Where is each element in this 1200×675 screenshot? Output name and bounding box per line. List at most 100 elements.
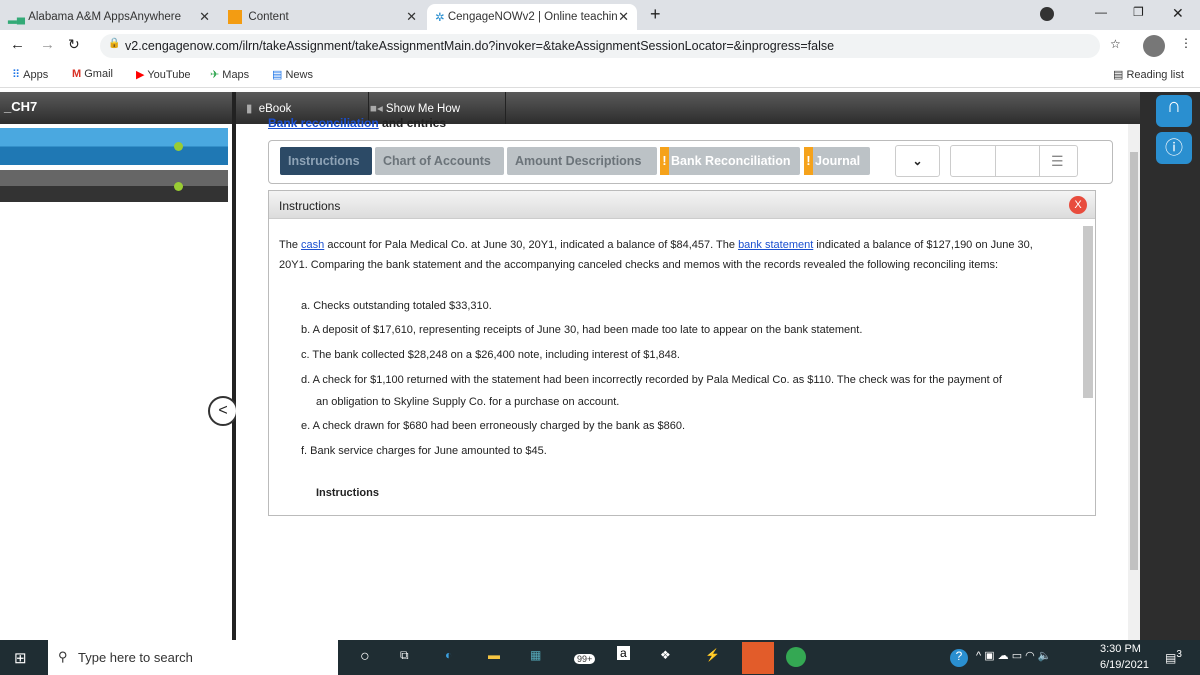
tab-cengage[interactable]: ✲ CengageNOWv2 | Online teachin ✕ <box>427 4 637 30</box>
chrome-icon[interactable] <box>786 647 806 667</box>
close-tab-icon[interactable]: ✕ <box>618 9 629 25</box>
new-tab-button[interactable]: + <box>650 4 661 25</box>
search-icon: ⚲ <box>58 649 68 664</box>
reading-list-button[interactable]: ▤ Reading list <box>1113 68 1184 81</box>
mail-badge[interactable]: 99+ <box>574 654 596 664</box>
bookmark-youtube[interactable]: ▶ YouTube <box>136 68 191 81</box>
sidebar-item-2[interactable] <box>0 170 228 202</box>
reload-icon[interactable]: ↻ <box>68 36 80 53</box>
list-item: a. Checks outstanding totaled $33,310. <box>301 300 492 312</box>
bank-reconciliation-link[interactable]: Bank reconciliation <box>268 116 379 130</box>
cortana-icon[interactable]: ○ <box>360 648 370 666</box>
bookmark-maps[interactable]: ✈ Maps <box>210 68 249 81</box>
minimize-button[interactable]: — <box>1095 5 1107 19</box>
bookmark-star-icon[interactable]: ☆ <box>1110 37 1121 51</box>
task-view-icon[interactable]: ⧉ <box>400 648 409 663</box>
tab-chart-of-accounts[interactable]: Chart of Accounts <box>375 147 504 175</box>
app-header: _CH7 ▮ eBook ■◂ Show Me How <box>0 92 1140 124</box>
back-icon[interactable]: ← <box>10 36 25 53</box>
text: account for Pala Medical Co. at June 30,… <box>324 239 739 251</box>
browser-tab-bar: ▂▄ Alabama A&M AppsAnywhere ✕ Content ✕ ✲ … <box>0 0 1200 30</box>
bookmark-label: YouTube <box>147 69 191 81</box>
close-tab-icon[interactable]: ✕ <box>199 9 210 25</box>
list-item: an obligation to Skyline Supply Co. for … <box>316 396 620 408</box>
file-explorer-icon[interactable]: ▬ <box>488 648 500 662</box>
tab-label: Alabama A&M AppsAnywhere <box>28 11 181 23</box>
close-panel-icon[interactable]: X <box>1069 196 1087 214</box>
tab-label: Amount Descriptions <box>515 154 642 168</box>
content-favicon-icon <box>228 10 242 24</box>
restore-button[interactable]: ❐ <box>1133 5 1144 19</box>
bookmark-label: Gmail <box>84 68 113 80</box>
windows-taskbar: ⊞ ⚲ Type here to search ○ ⧉ ◐ ▬ ▦ 99+ a ❖… <box>0 640 1200 675</box>
dropbox-icon[interactable]: ❖ <box>660 648 671 662</box>
panel-scrollbar[interactable] <box>1083 226 1093 398</box>
address-bar-row: ← → ↻ 🔒 v2.cengagenow.com/ilrn/takeAssign… <box>0 30 1200 62</box>
toolbar-buttons: ☰ <box>950 145 1078 177</box>
heading-text: and entries <box>378 116 447 130</box>
check-icon <box>174 142 183 151</box>
close-tab-icon[interactable]: ✕ <box>406 9 417 25</box>
bookmark-apps[interactable]: ⠿ Apps <box>12 68 48 81</box>
tab-amount-descriptions[interactable]: Amount Descriptions <box>507 147 657 175</box>
check-icon <box>174 182 183 191</box>
list-item: b. A deposit of $17,610, representing re… <box>301 324 863 336</box>
headset-support-icon[interactable]: ∩ <box>1156 95 1192 127</box>
help-tray-icon[interactable]: ? <box>950 649 968 667</box>
windows-start-icon[interactable]: ⊞ <box>14 649 27 667</box>
list-item: c. The bank collected $28,248 on a $26,4… <box>301 349 680 361</box>
app-icon[interactable]: ⚡ <box>705 648 720 662</box>
profile-menu-icon[interactable] <box>1040 7 1054 21</box>
bank-statement-link[interactable]: bank statement <box>738 239 813 251</box>
tab-content[interactable]: Content ✕ <box>220 4 425 30</box>
clock-time[interactable]: 3:30 PM <box>1100 643 1141 655</box>
tab-label: Instructions <box>288 154 360 168</box>
warning-icon: ! <box>804 147 813 175</box>
list-item: e. A check drawn for $680 had been erron… <box>301 420 686 432</box>
right-toolbar: ∩ ⓘ <box>1140 92 1200 640</box>
ebook-label: eBook <box>258 103 292 115</box>
tab-label: CengageNOWv2 | Online teachin <box>447 11 618 23</box>
tab-appsanywhere[interactable]: ▂▄ Alabama A&M AppsAnywhere ✕ <box>0 4 218 30</box>
avatar[interactable] <box>1143 35 1165 57</box>
menu-icon[interactable]: ⋮ <box>1180 36 1192 50</box>
instructions-footer: Instructions <box>316 487 379 499</box>
tab-bank-reconciliation[interactable]: ! Bank Reconciliation <box>660 147 800 175</box>
store-icon[interactable]: ▦ <box>530 648 541 662</box>
tab-journal[interactable]: ! Journal <box>804 147 870 175</box>
page-scrollbar[interactable] <box>1128 124 1140 640</box>
list-item: f. Bank service charges for June amounte… <box>301 445 547 457</box>
text: indicated a balance of $127,190 on June … <box>813 239 1033 251</box>
url-input[interactable]: 🔒 v2.cengagenow.com/ilrn/takeAssignment/t… <box>100 34 1100 58</box>
office-icon[interactable] <box>742 642 774 674</box>
warning-icon: ! <box>660 147 669 175</box>
edge-icon[interactable]: ◐ <box>445 648 452 662</box>
tab-label: Journal <box>815 154 861 168</box>
menu-lines-icon[interactable]: ☰ <box>1051 153 1064 170</box>
amazon-icon[interactable]: a <box>617 646 630 660</box>
notification-icon[interactable]: ▤3 <box>1165 649 1182 665</box>
help-icon[interactable]: ⓘ <box>1156 132 1192 164</box>
question-sidebar <box>0 124 232 640</box>
assignment-title: _CH7 <box>4 99 38 114</box>
bookmark-label: Maps <box>222 69 250 81</box>
panel-header: Instructions X <box>269 191 1095 219</box>
cengage-favicon-icon: ✲ <box>435 12 445 24</box>
collapse-sidebar-icon[interactable]: < <box>208 396 238 426</box>
bookmark-gmail[interactable]: M Gmail <box>72 68 113 80</box>
chevron-down-icon[interactable]: ⌄ <box>895 145 940 177</box>
clock-date[interactable]: 6/19/2021 <box>1100 659 1149 671</box>
cash-link[interactable]: cash <box>301 239 324 251</box>
bookmark-news[interactable]: ▤ News <box>272 68 313 81</box>
panel-title: Instructions <box>279 199 341 213</box>
url-text: v2.cengagenow.com/ilrn/takeAssignment/ta… <box>125 39 835 53</box>
taskbar-search-input[interactable]: ⚲ Type here to search <box>48 640 338 675</box>
forward-icon[interactable]: → <box>40 36 55 53</box>
lock-icon: 🔒 <box>108 38 121 49</box>
tab-instructions[interactable]: Instructions <box>280 147 372 175</box>
search-placeholder: Type here to search <box>78 650 193 665</box>
sidebar-item-1[interactable] <box>0 128 228 165</box>
close-window-button[interactable]: ✕ <box>1172 5 1184 22</box>
tray-icons[interactable]: ^ ▣ ☁ ▭ ◠ 🔈 <box>976 649 1052 662</box>
text: The <box>279 239 302 251</box>
